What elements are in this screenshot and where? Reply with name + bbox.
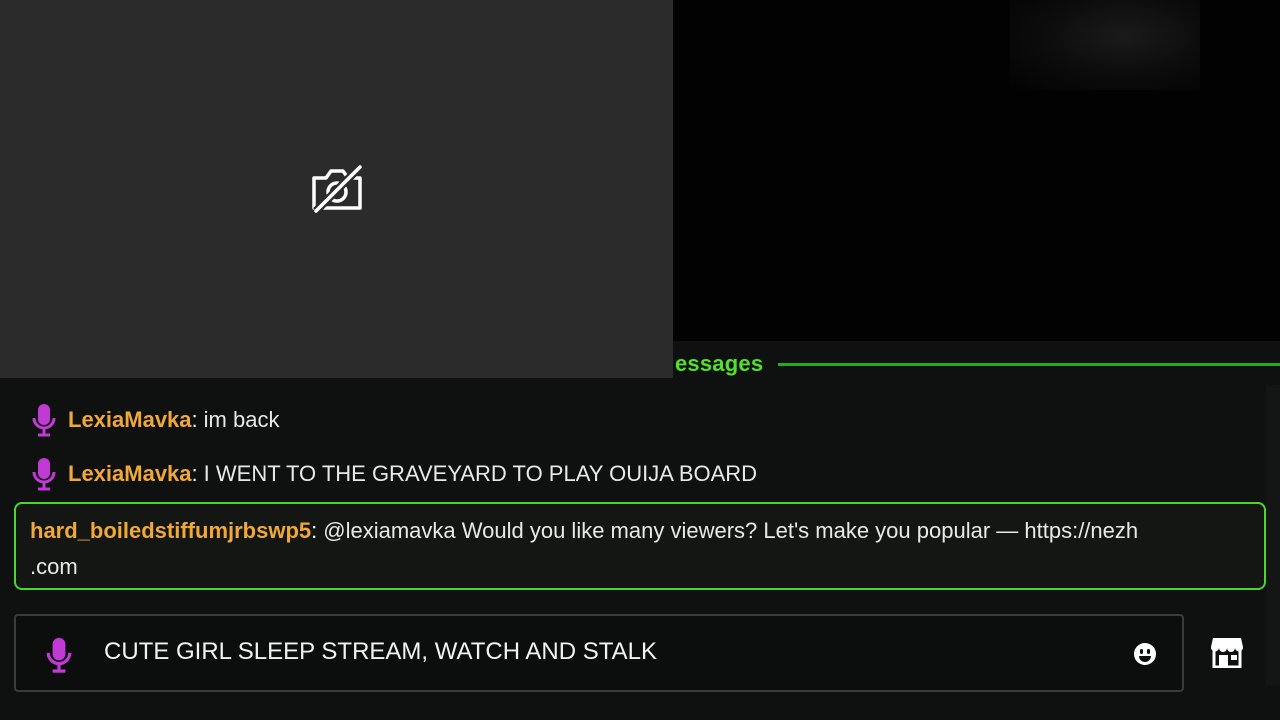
messages-section-label: essages [675,351,764,376]
chat-username[interactable]: LexiaMavka [68,461,192,487]
store-icon[interactable] [1210,636,1244,668]
chat-header [673,341,1280,378]
section-divider [778,363,1280,366]
mic-icon[interactable] [44,636,74,674]
scrollbar[interactable] [1266,385,1280,685]
highlighted-message-line2: .com [30,554,78,579]
chat-separator: : [311,518,318,543]
chat-text: im back [203,407,280,432]
mic-icon [32,458,56,491]
highlighted-message: hard_boiledstiffumjrbswp5: @lexiamavka Wo… [14,502,1266,590]
chat-username[interactable]: LexiaMavka [68,407,192,433]
chat-separator: : [191,407,198,432]
emoji-icon[interactable] [1132,641,1158,667]
highlighted-message-line1: hard_boiledstiffumjrbswp5: @lexiamavka Wo… [30,518,1138,544]
chat-message: LexiaMavka : im back [30,403,279,437]
chat-input-bar[interactable]: CUTE GIRL SLEEP STREAM, WATCH AND STALK [14,614,1184,692]
chat-text: @lexiamavka Would you like many viewers?… [323,518,1139,543]
camera-off-panel [0,0,673,378]
chat-message: LexiaMavka : I WENT TO THE GRAVEYARD TO … [30,457,757,491]
chat-input-field[interactable]: CUTE GIRL SLEEP STREAM, WATCH AND STALK [104,638,657,666]
mic-icon [32,404,56,437]
chat-separator: : [191,461,198,486]
stream-video[interactable] [673,0,1280,341]
video-scene [1010,0,1200,90]
chat-text: I WENT TO THE GRAVEYARD TO PLAY OUIJA BO… [203,461,758,486]
camera-off-icon [312,164,363,214]
chat-username[interactable]: hard_boiledstiffumjrbswp5 [30,518,311,543]
